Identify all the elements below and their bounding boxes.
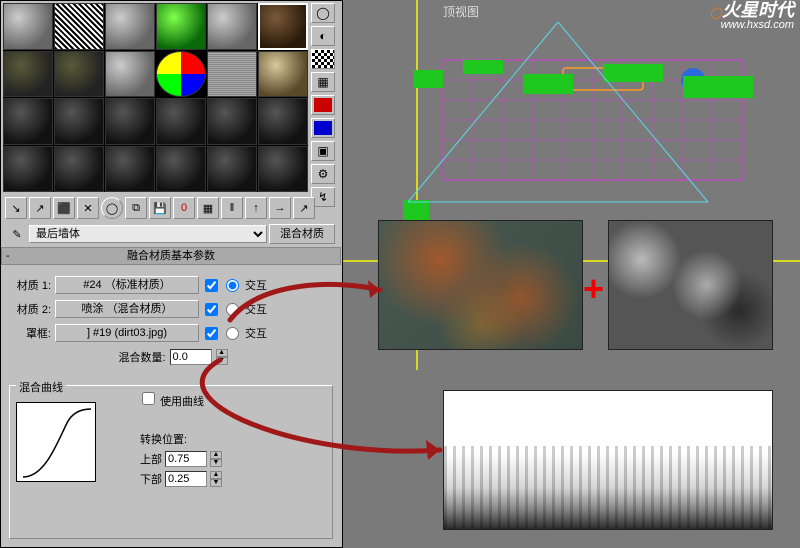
rollout-header[interactable]: - 融合材质基本参数: [1, 247, 341, 265]
blend-params: 材质 1: #24 （标准材质） 交互 材质 2: 喷涂 （混合材质） 交互 罩…: [1, 265, 341, 373]
material-slot[interactable]: [3, 51, 53, 98]
mat2-label: 材质 2:: [11, 301, 51, 317]
material-slot-selected[interactable]: [258, 3, 308, 50]
put-to-lib-icon[interactable]: 💾: [149, 197, 171, 219]
mat2-interactive-radio[interactable]: [226, 303, 239, 316]
mask-label: 罩框:: [11, 325, 51, 341]
material-slot[interactable]: [54, 98, 104, 145]
mix-curve-graph: [16, 402, 96, 482]
material-toolbar: ↘ ↗ ⬛ ✕ ◯ ⧉ 💾 0 ▦ ‖ ↑ → ↗: [3, 196, 339, 220]
material-slot[interactable]: [3, 3, 53, 50]
material-name-dropdown[interactable]: 最后墙体: [29, 225, 267, 243]
lower-field[interactable]: 0.25: [165, 471, 207, 487]
mat2-button[interactable]: 喷涂 （混合材质）: [55, 300, 199, 318]
texture-preview-mask: [443, 390, 773, 530]
material-id-icon[interactable]: 0: [173, 197, 195, 219]
sample-type-icon[interactable]: ◯: [311, 3, 335, 23]
material-slot[interactable]: [105, 146, 155, 193]
material-slot[interactable]: [3, 146, 53, 193]
viewport-area[interactable]: 顶视图 ◯火星时代 www.hxsd.com: [343, 0, 800, 548]
material-slot[interactable]: [54, 3, 104, 50]
show-end-icon[interactable]: ‖: [221, 197, 243, 219]
mat1-label: 材质 1:: [11, 277, 51, 293]
watermark-logo: ◯火星时代 www.hxsd.com: [710, 4, 794, 31]
mix-curve-group: 混合曲线 使用曲线 转换位置: 上部 0.75 ▲▼ 下部 0.25 ▲▼: [9, 385, 333, 539]
material-slot[interactable]: [105, 98, 155, 145]
clone-icon[interactable]: ⧉: [125, 197, 147, 219]
material-slot[interactable]: [207, 98, 257, 145]
material-slot[interactable]: [207, 146, 257, 193]
make-preview-icon[interactable]: ▣: [311, 141, 335, 161]
material-type-button[interactable]: 混合材质: [269, 224, 335, 244]
material-slot[interactable]: [156, 146, 206, 193]
mat2-enable-checkbox[interactable]: [205, 303, 218, 316]
backlight-icon[interactable]: ◐: [311, 26, 335, 46]
transition-label: 转换位置:: [140, 431, 187, 447]
nav-forward-icon[interactable]: →: [269, 197, 291, 219]
material-editor-panel: ◯ ◐ ▦ ▣ ⚙ ↯ ↘ ↗ ⬛ ✕ ◯ ⧉ 💾 0 ▦ ‖ ↑ → ↗ ✎ …: [0, 0, 343, 548]
upper-spinner[interactable]: ▲▼: [210, 451, 222, 467]
put-to-scene-icon[interactable]: ↗: [29, 197, 51, 219]
material-slot[interactable]: [258, 98, 308, 145]
material-slot-grid: [3, 3, 308, 192]
delete-icon[interactable]: ✕: [77, 197, 99, 219]
mix-amount-field[interactable]: 0.0: [170, 349, 212, 365]
mask-button[interactable]: ] #19 (dirt03.jpg): [55, 324, 199, 342]
use-curve-label: 使用曲线: [160, 396, 204, 408]
upper-label: 上部: [140, 451, 162, 467]
material-slot[interactable]: [207, 3, 257, 50]
mat2-radio-label: 交互: [245, 301, 267, 317]
material-slot[interactable]: [54, 51, 104, 98]
material-slot[interactable]: [258, 146, 308, 193]
viewport-label: 顶视图: [443, 3, 479, 20]
mat1-interactive-radio[interactable]: [226, 279, 239, 292]
material-slot[interactable]: [156, 51, 206, 98]
video-check-icon[interactable]: [311, 118, 335, 138]
sample-side-toolbar: ◯ ◐ ▦ ▣ ⚙ ↯: [311, 3, 341, 207]
eyedropper-icon[interactable]: ✎: [7, 228, 27, 241]
lower-spinner[interactable]: ▲▼: [210, 471, 222, 487]
mix-amount-label: 混合数量:: [118, 349, 165, 365]
uv-tile-icon[interactable]: ▦: [311, 72, 335, 92]
material-slot[interactable]: [3, 98, 53, 145]
material-name-row: ✎ 最后墙体 混合材质: [3, 223, 339, 245]
mat1-enable-checkbox[interactable]: [205, 279, 218, 292]
texture-preview-grayscale: [608, 220, 773, 350]
mat1-button[interactable]: #24 （标准材质）: [55, 276, 199, 294]
plus-icon: +: [583, 268, 604, 310]
nav-parent-icon[interactable]: ↑: [245, 197, 267, 219]
background-checker-icon[interactable]: [311, 49, 335, 69]
material-slot[interactable]: [105, 3, 155, 50]
color-check-icon[interactable]: [311, 95, 335, 115]
pick-icon[interactable]: ↗: [293, 197, 315, 219]
mask-interactive-radio[interactable]: [226, 327, 239, 340]
material-slot[interactable]: [207, 51, 257, 98]
scene-vegetation: [403, 50, 773, 220]
material-slot[interactable]: [258, 51, 308, 98]
assign-icon[interactable]: ⬛: [53, 197, 75, 219]
material-slot[interactable]: [54, 146, 104, 193]
options-icon[interactable]: ⚙: [311, 164, 335, 184]
material-slot[interactable]: [156, 3, 206, 50]
mask-radio-label: 交互: [245, 325, 267, 341]
show-map-icon[interactable]: ▦: [197, 197, 219, 219]
mat1-radio-label: 交互: [245, 277, 267, 293]
upper-field[interactable]: 0.75: [165, 451, 207, 467]
lower-label: 下部: [140, 471, 162, 487]
material-slot[interactable]: [156, 98, 206, 145]
mix-amount-spinner[interactable]: ▲▼: [216, 349, 228, 365]
rollout-title: 融合材质基本参数: [127, 250, 215, 262]
mask-enable-checkbox[interactable]: [205, 327, 218, 340]
texture-preview-diffuse: [378, 220, 583, 350]
reset-icon[interactable]: ◯: [101, 197, 123, 219]
mix-curve-legend: 混合曲线: [16, 379, 66, 395]
use-curve-checkbox[interactable]: [142, 392, 155, 405]
get-material-icon[interactable]: ↘: [5, 197, 27, 219]
rollout-collapse-icon[interactable]: -: [6, 248, 10, 264]
material-slot[interactable]: [105, 51, 155, 98]
